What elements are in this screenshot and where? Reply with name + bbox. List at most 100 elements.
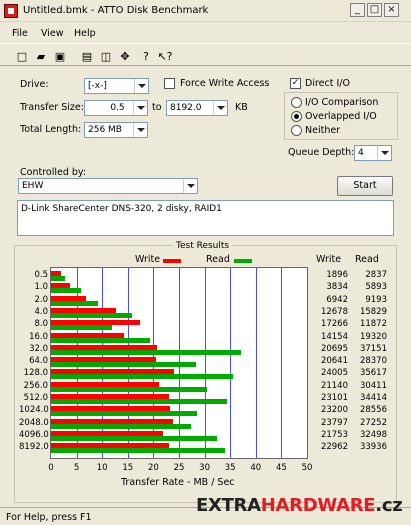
drive-select[interactable]: [-x-] (84, 78, 149, 94)
preview-icon[interactable]: ◫ (97, 48, 115, 65)
y-tick-label: 256.0 (23, 380, 48, 391)
save-icon[interactable]: ▣ (51, 48, 69, 65)
y-tick-label: 16.0 (29, 331, 48, 342)
print-icon[interactable]: ▤ (78, 48, 96, 65)
menu-view[interactable]: View (41, 28, 64, 39)
y-tick-label: 4.0 (34, 306, 48, 317)
menu-bar: File View Help (0, 26, 411, 43)
description-field[interactable]: D-Link ShareCenter DNS-320, 2 disky, RAI… (17, 200, 394, 236)
y-tick-label: 8.0 (34, 319, 48, 330)
force-write-checkbox[interactable] (164, 78, 175, 89)
read-value: 28370 (359, 356, 387, 367)
read-value: 9193 (365, 294, 387, 305)
grid-line (255, 268, 257, 458)
read-value: 15829 (359, 306, 387, 317)
write-value: 24005 (320, 368, 348, 379)
help-icon[interactable]: ? (137, 48, 155, 65)
chart-title: Test Results (173, 241, 233, 251)
y-tick-label: 4096.0 (19, 429, 49, 440)
transfer-to-select[interactable]: 8192.0 (166, 100, 228, 116)
read-value: 33936 (359, 442, 387, 453)
read-value: 19320 (359, 331, 387, 342)
x-tick-label: 15 (122, 463, 134, 473)
chevron-down-icon[interactable] (213, 101, 227, 115)
y-tick-label: 1024.0 (19, 405, 49, 416)
write-value: 23797 (320, 417, 348, 428)
chevron-down-icon[interactable] (133, 101, 147, 115)
overlapped-io-radio[interactable] (291, 111, 302, 122)
start-button[interactable]: Start (337, 176, 393, 196)
force-write-label: Force Write Access (180, 78, 270, 89)
controlled-by-select[interactable]: EHW (18, 178, 198, 194)
x-axis-label: Transfer Rate - MB / Sec (121, 477, 235, 488)
read-value: 27252 (359, 417, 387, 428)
grid-line (204, 268, 206, 458)
menu-file[interactable]: File (12, 28, 28, 39)
read-value: 37151 (359, 343, 387, 354)
legend-write-label: Write (135, 254, 161, 265)
chevron-down-icon[interactable] (377, 146, 391, 160)
x-tick-label: 40 (250, 463, 262, 473)
write-column-header: Write (316, 254, 342, 265)
write-value: 23200 (320, 405, 348, 416)
read-bar (51, 374, 234, 380)
queue-depth-select[interactable]: 4 (354, 145, 392, 161)
status-text: For Help, press F1 (6, 512, 92, 523)
new-icon[interactable]: □ (13, 48, 31, 65)
read-value: 11872 (359, 319, 387, 330)
close-button[interactable]: × (384, 3, 399, 17)
chevron-down-icon[interactable] (133, 123, 147, 137)
minimize-button[interactable]: _ (350, 3, 365, 17)
write-value: 23101 (320, 393, 348, 403)
move-icon[interactable]: ✥ (116, 48, 134, 65)
grid-line (230, 268, 232, 458)
read-bar (51, 337, 150, 343)
read-value: 28556 (359, 405, 387, 416)
title-bar: Untitled.bmk - ATTO Disk Benchmark _ □ × (0, 0, 411, 22)
x-tick-label: 20 (147, 463, 159, 473)
read-value: 35617 (359, 368, 387, 379)
neither-label: Neither (305, 125, 341, 136)
x-tick-label: 10 (96, 463, 108, 473)
write-value: 21753 (320, 429, 348, 440)
transfer-from-select[interactable]: 0.5 (84, 100, 148, 116)
write-value: 21140 (320, 380, 348, 391)
read-value: 32498 (359, 429, 387, 440)
write-value: 14154 (320, 331, 348, 342)
kb-unit-label: KB (235, 102, 248, 113)
maximize-button[interactable]: □ (367, 3, 382, 17)
x-tick-label: 35 (224, 463, 236, 473)
read-bar (51, 362, 197, 368)
write-value: 3834 (326, 282, 348, 293)
legend-write-swatch (163, 259, 181, 263)
queue-depth-label: Queue Depth: (288, 147, 355, 158)
context-help-icon[interactable]: ↖? (156, 48, 174, 65)
write-value: 17266 (320, 319, 348, 330)
read-column-header: Read (355, 254, 379, 265)
y-tick-label: 128.0 (23, 368, 48, 379)
direct-io-checkbox[interactable]: ✓ (290, 78, 301, 89)
x-tick-label: 30 (199, 463, 210, 473)
read-bar (51, 300, 99, 306)
grid-line (307, 268, 308, 458)
total-length-select[interactable]: 256 MB (84, 122, 148, 138)
y-tick-label: 2048.0 (19, 417, 49, 428)
chevron-down-icon[interactable] (183, 179, 197, 193)
read-bar (51, 435, 218, 441)
legend-read-label: Read (206, 254, 230, 265)
write-value: 6942 (326, 294, 348, 305)
x-tick-label: 0 (48, 463, 54, 473)
io-comparison-radio[interactable] (291, 97, 302, 108)
open-icon[interactable]: ▰ (32, 48, 50, 65)
chevron-down-icon[interactable] (134, 79, 148, 93)
app-icon (4, 4, 18, 18)
y-tick-label: 512.0 (23, 393, 48, 403)
neither-radio[interactable] (291, 125, 302, 136)
write-value: 20695 (320, 343, 348, 354)
transfer-size-label: Transfer Size: (20, 102, 84, 113)
read-bar (51, 448, 225, 454)
menu-help[interactable]: Help (74, 28, 96, 39)
read-bar (51, 288, 82, 294)
total-length-label: Total Length: (20, 124, 82, 135)
read-bar (51, 349, 242, 355)
